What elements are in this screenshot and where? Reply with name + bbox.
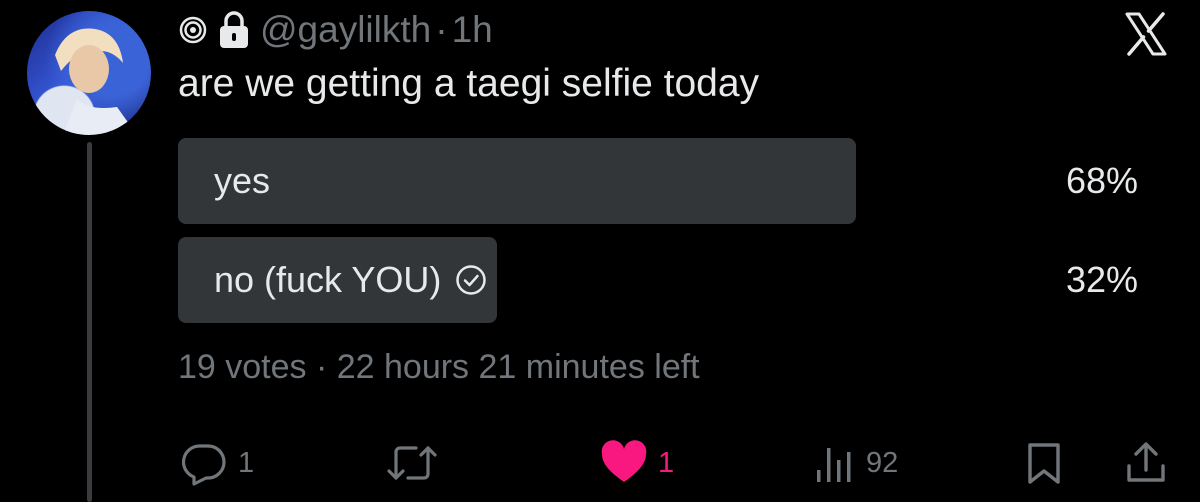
tweet-header: @gaylilkth · 1h [178,8,493,52]
like-button[interactable]: 1 [600,438,674,488]
tweet-time[interactable]: 1h [452,9,493,51]
poll-option-label: no (fuck YOU) [214,259,442,300]
bookmark-icon [1024,440,1064,486]
tweet-text: are we getting a taegi selfie today [178,62,760,105]
action-bar: 1 1 92 [0,438,1200,488]
reply-button[interactable]: 1 [180,438,254,488]
check-circle-icon [455,264,487,296]
poll-bar [178,138,856,224]
views-icon [814,440,856,486]
poll-option-label: yes [214,160,271,201]
avatar[interactable] [27,11,151,135]
like-count: 1 [658,446,675,479]
bookmark-button[interactable] [1024,438,1064,488]
views-count: 92 [866,446,899,479]
header-separator: · [435,9,448,50]
share-button[interactable] [1124,438,1168,488]
reply-count: 1 [238,446,255,479]
share-icon [1124,440,1168,486]
poll-option-yes[interactable]: yes 68% [178,138,1138,224]
author-handle[interactable]: @gaylilkth [260,9,431,51]
heart-icon [600,440,648,486]
poll-option-no[interactable]: no (fuck YOU) 32% [178,237,1138,323]
reply-icon [180,440,228,486]
poll-meta: 19 votes · 22 hours 21 minutes left [178,348,700,386]
views-button[interactable]: 92 [814,438,898,488]
x-logo-icon[interactable] [1124,12,1168,56]
retweet-button[interactable] [386,438,438,488]
poll-option-percent: 32% [1065,259,1138,300]
retweet-icon [386,440,438,486]
poll-option-percent: 68% [1065,160,1138,201]
lock-icon [218,11,250,49]
spiral-circle-icon [178,15,208,45]
